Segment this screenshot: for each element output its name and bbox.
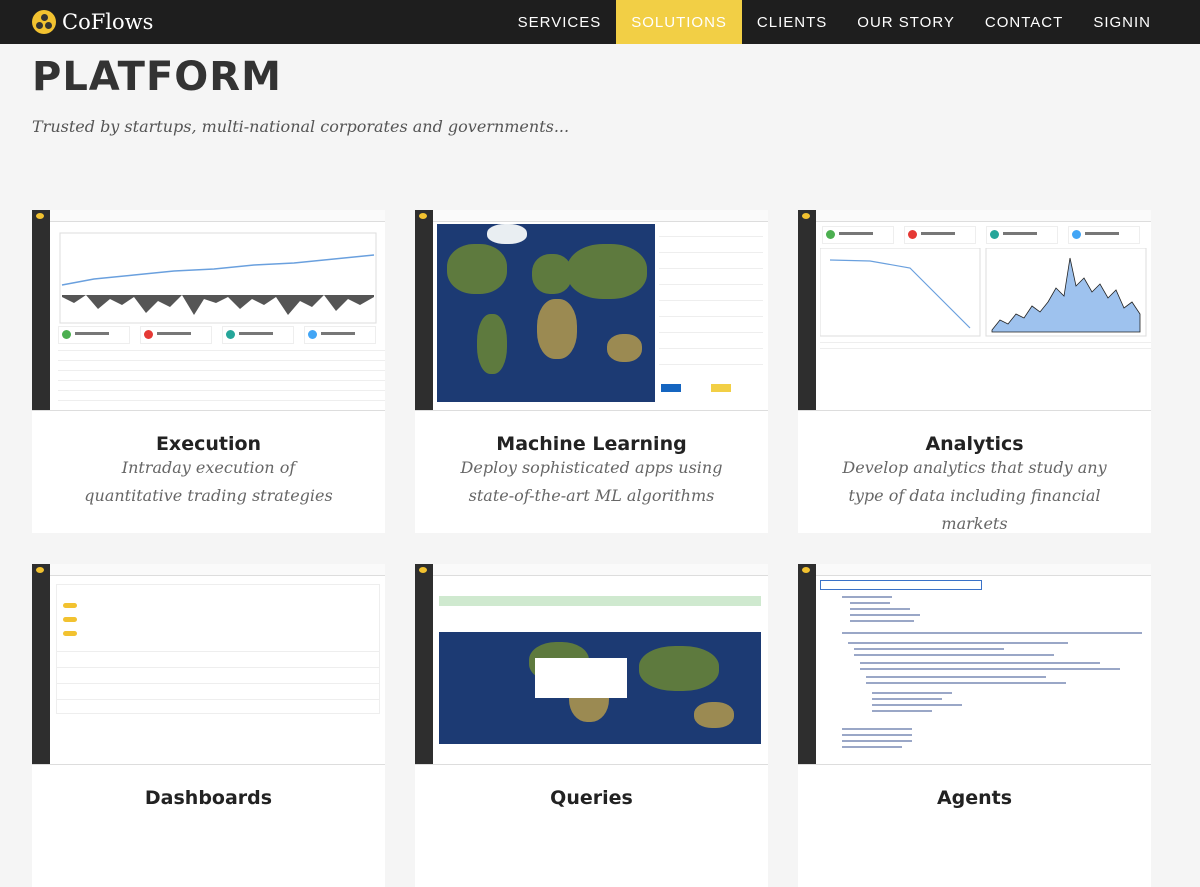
main-nav: SERVICES SOLUTIONS CLIENTS OUR STORY CON… (503, 0, 1166, 44)
card-title: Machine Learning (496, 433, 687, 455)
solution-card-dashboards[interactable]: Dashboards (32, 564, 385, 887)
nav-item-solutions[interactable]: SOLUTIONS (616, 0, 742, 44)
solution-card-analytics[interactable]: Analytics Develop analytics that study a… (798, 210, 1151, 533)
card-description: Deploy sophisticated apps using state-of… (460, 458, 723, 505)
execution-screenshot (32, 210, 385, 411)
brand-name: CoFlows (62, 10, 154, 34)
coflows-logo-icon (32, 10, 56, 34)
nav-item-clients[interactable]: CLIENTS (742, 0, 842, 44)
solution-card-agents[interactable]: Agents (798, 564, 1151, 887)
top-navigation-bar: CoFlows SERVICES SOLUTIONS CLIENTS OUR S… (0, 0, 1200, 44)
nav-item-our-story[interactable]: OUR STORY (842, 0, 970, 44)
analytics-screenshot (798, 210, 1151, 411)
agents-code-screenshot (798, 564, 1151, 765)
page-title: PLATFORM (32, 54, 282, 100)
nav-item-services[interactable]: SERVICES (503, 0, 617, 44)
dashboards-screenshot (32, 564, 385, 765)
brand-logo[interactable]: CoFlows (32, 8, 153, 36)
card-title: Queries (550, 787, 633, 809)
card-title: Dashboards (144, 787, 273, 809)
card-description: Intraday execution of quantitative tradi… (84, 458, 333, 505)
card-title: Agents (936, 787, 1013, 809)
nav-item-signin[interactable]: SIGNIN (1078, 0, 1166, 44)
solution-card-execution[interactable]: Execution Intraday execution of quantita… (32, 210, 385, 533)
card-description: Develop analytics that study any type of… (842, 458, 1107, 533)
solution-card-machine-learning[interactable]: Machine Learning Deploy sophisticated ap… (415, 210, 768, 533)
card-title: Execution (155, 433, 262, 455)
page-tagline: Trusted by startups, multi-national corp… (32, 117, 570, 136)
solution-card-queries[interactable]: Queries (415, 564, 768, 887)
nav-item-contact[interactable]: CONTACT (970, 0, 1078, 44)
machine-learning-screenshot (415, 210, 768, 411)
card-title: Analytics (925, 433, 1024, 455)
queries-map-screenshot (415, 564, 768, 765)
